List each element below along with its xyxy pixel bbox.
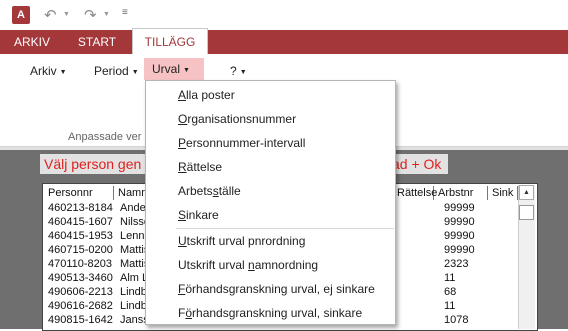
- dropdown-item-text: inkare: [186, 208, 219, 222]
- undo-icon[interactable]: ↶: [44, 6, 57, 24]
- cell-arbstnr: 99990: [444, 230, 475, 242]
- cell-arbstnr: 2323: [444, 258, 469, 270]
- dropdown-item-accesskey: R: [178, 160, 187, 174]
- dropdown-item[interactable]: Personnummer-intervall: [178, 136, 305, 150]
- dropdown-item[interactable]: Förhandsgranskning urval, ej sinkare: [178, 282, 375, 296]
- tab-start[interactable]: START: [66, 30, 128, 54]
- menu-separator: [176, 228, 394, 229]
- dropdown-item[interactable]: Utskrift urval namnordning: [178, 258, 318, 272]
- dropdown-item-text: lla poster: [186, 88, 235, 102]
- dropdown-item-text: rganisationsnummer: [187, 112, 297, 126]
- urval-dropdown-menu: Alla poster Organisationsnummer Personnumm…: [145, 80, 396, 325]
- cell-arbstnr: 99990: [444, 216, 475, 228]
- cell-personnr: 460715-0200: [48, 244, 113, 256]
- dropdown-item-text: örhandsgranskning urval, ej sinkare: [185, 282, 375, 296]
- cell-personnr: 460415-1607: [48, 216, 113, 228]
- ribbon-group-label: Anpassade ver: [68, 131, 142, 143]
- chevron-down-icon: ▼: [131, 69, 139, 76]
- redo-icon[interactable]: ↷: [84, 6, 97, 24]
- instruction-text-tail: ad + Ok: [392, 156, 442, 172]
- redo-dropdown-icon[interactable]: ▼: [103, 11, 110, 18]
- cell-arbstnr: 11: [444, 272, 456, 284]
- cell-arbstnr: 68: [444, 286, 457, 298]
- menu-urval-button[interactable]: Urval ▼: [144, 58, 204, 80]
- chevron-down-icon: ▼: [183, 67, 190, 74]
- dropdown-item-text: Utskrift urval: [178, 258, 249, 272]
- chevron-down-icon: ▼: [239, 69, 247, 76]
- column-header-namn: Namn: [114, 186, 147, 200]
- cell-personnr: 490513-3460: [48, 272, 113, 284]
- cell-arbstnr: 1078: [444, 314, 469, 326]
- dropdown-item-text: tskrift urval pnrordning: [186, 234, 306, 248]
- dropdown-item[interactable]: Organisationsnummer: [178, 112, 296, 126]
- column-header-personnr: Personnr: [44, 186, 114, 200]
- cell-arbstnr: 99990: [444, 244, 475, 256]
- menu-period-label: Period: [94, 64, 129, 78]
- cell-personnr: 490815-1642: [48, 314, 113, 326]
- menu-arkiv-label: Arkiv: [30, 64, 57, 78]
- column-header-sink: Sink: [488, 186, 518, 200]
- cell-arbstnr: 11: [444, 300, 456, 312]
- menu-urval-label: Urval: [152, 62, 181, 76]
- dropdown-item-text: Arbets: [178, 184, 213, 198]
- cell-personnr: 490616-2682: [48, 300, 113, 312]
- column-header-rattelse: Rättelse: [392, 186, 437, 200]
- chevron-down-icon: ▼: [59, 69, 67, 76]
- dropdown-item-accesskey: S: [178, 208, 187, 222]
- dropdown-item-text: tälle: [218, 184, 241, 198]
- tab-arkiv[interactable]: ARKIV: [0, 30, 64, 54]
- dropdown-item-accesskey: U: [178, 234, 187, 248]
- scroll-up-icon[interactable]: ▲: [519, 185, 534, 200]
- instruction-text: Välj person gen: [44, 156, 142, 172]
- dropdown-item[interactable]: Rättelse: [178, 160, 222, 174]
- dropdown-item[interactable]: Utskrift urval pnrordning: [178, 234, 305, 248]
- dropdown-item-accesskey: n: [248, 258, 255, 272]
- menu-arkiv-button[interactable]: Arkiv ▼: [26, 62, 71, 80]
- access-logo-icon[interactable]: A: [12, 6, 30, 24]
- dropdown-item-text: amnordning: [254, 258, 319, 272]
- cell-arbstnr: 99999: [444, 202, 475, 214]
- cell-personnr: 460415-1953: [48, 230, 113, 242]
- cell-personnr: 470110-8203: [48, 258, 113, 270]
- dropdown-item-accesskey: A: [178, 88, 187, 102]
- customize-quick-access-icon[interactable]: ≡: [122, 7, 128, 18]
- dropdown-item[interactable]: Sinkare: [178, 208, 219, 222]
- dropdown-item-accesskey: O: [178, 112, 188, 126]
- menu-help-label: ?: [230, 64, 237, 78]
- scroll-thumb[interactable]: [519, 205, 534, 220]
- dropdown-item-accesskey: P: [178, 136, 187, 150]
- dropdown-item-text: ättelse: [186, 160, 223, 174]
- dropdown-item[interactable]: Alla poster: [178, 88, 235, 102]
- menu-help-button[interactable]: ? ▼: [226, 62, 251, 80]
- cell-personnr: 460213-8184: [48, 202, 113, 214]
- tab-tillagg[interactable]: TILLÄGG: [132, 28, 208, 55]
- undo-dropdown-icon[interactable]: ▼: [63, 11, 70, 18]
- dropdown-item[interactable]: Arbetsställe: [178, 184, 241, 198]
- menu-period-button[interactable]: Period ▼: [90, 62, 143, 80]
- cell-personnr: 490606-2213: [48, 286, 113, 298]
- dropdown-item[interactable]: Förhandsgranskning urval, sinkare: [178, 306, 362, 320]
- dropdown-item-text: ersonnummer-intervall: [186, 136, 306, 150]
- column-header-arbstnr: Arbstnr: [434, 186, 488, 200]
- dropdown-item-text: rhandsgranskning urval, sinkare: [192, 306, 363, 320]
